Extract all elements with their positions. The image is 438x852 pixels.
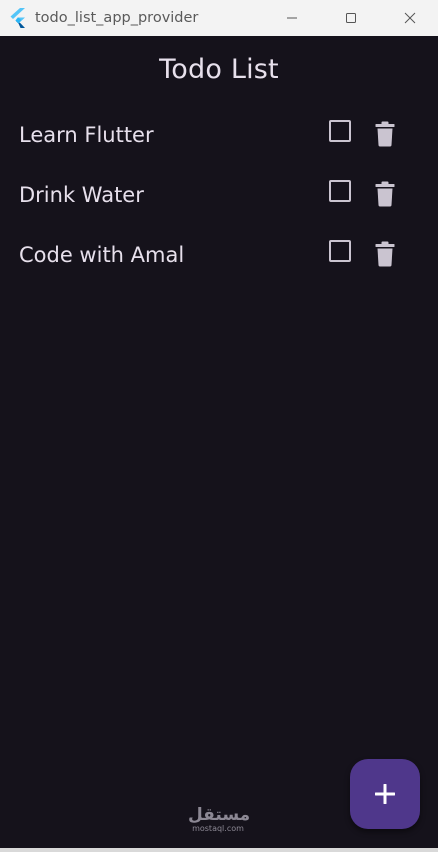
todo-text: Code with Amal bbox=[19, 243, 185, 267]
todo-text: Drink Water bbox=[19, 183, 144, 207]
todo-list: Learn Flutter Drink Water Code with Amal bbox=[0, 108, 438, 288]
window-bottom-border bbox=[0, 848, 438, 852]
close-button[interactable] bbox=[387, 0, 433, 36]
todo-checkbox[interactable] bbox=[329, 120, 351, 142]
minimize-icon bbox=[287, 17, 297, 19]
add-todo-button[interactable] bbox=[350, 759, 420, 829]
maximize-icon bbox=[346, 13, 356, 23]
minimize-button[interactable] bbox=[269, 0, 315, 36]
delete-icon[interactable] bbox=[373, 181, 397, 207]
watermark-latin: mostaql.com bbox=[192, 824, 244, 833]
todo-checkbox[interactable] bbox=[329, 180, 351, 202]
delete-icon[interactable] bbox=[373, 121, 397, 147]
window-title: todo_list_app_provider bbox=[35, 10, 199, 26]
page-title: Todo List bbox=[159, 54, 279, 85]
todo-item: Code with Amal bbox=[0, 228, 438, 288]
todo-item: Learn Flutter bbox=[0, 108, 438, 168]
watermark-logo: مستقل mostaql.com bbox=[188, 805, 251, 834]
todo-text: Learn Flutter bbox=[19, 123, 154, 147]
flutter-logo-icon bbox=[10, 8, 25, 28]
plus-icon bbox=[375, 784, 395, 804]
close-icon bbox=[404, 12, 416, 24]
delete-icon[interactable] bbox=[373, 241, 397, 267]
todo-item: Drink Water bbox=[0, 168, 438, 228]
watermark-arabic: مستقل bbox=[188, 805, 251, 825]
window-titlebar: todo_list_app_provider bbox=[0, 0, 438, 36]
maximize-button[interactable] bbox=[328, 0, 374, 36]
app-window: todo_list_app_provider Todo List Learn F… bbox=[0, 0, 438, 852]
todo-checkbox[interactable] bbox=[329, 240, 351, 262]
app-body: Todo List Learn Flutter Drink Water Code… bbox=[0, 36, 438, 848]
